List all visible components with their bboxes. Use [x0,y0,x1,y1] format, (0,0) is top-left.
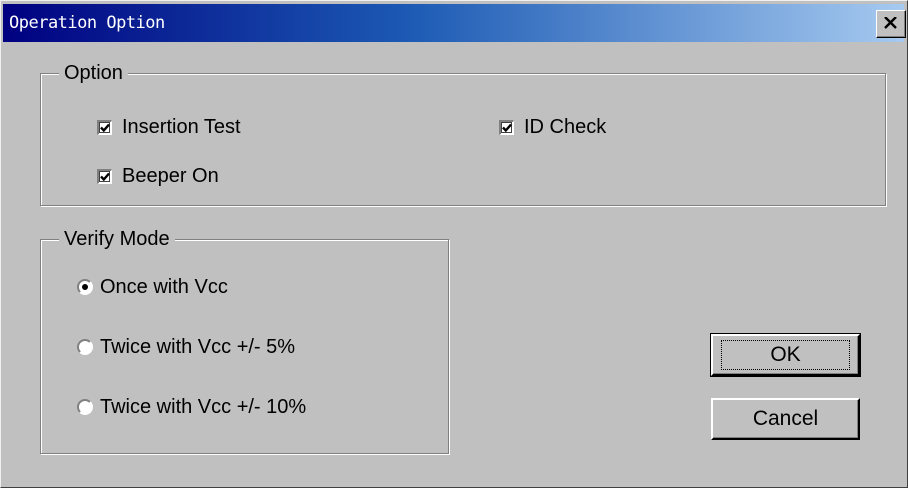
radio-twice-10[interactable] [77,399,93,415]
verify-option-twice-10[interactable]: Twice with Vcc +/- 10% [77,393,306,421]
cancel-button[interactable]: Cancel [711,398,860,440]
title-bar[interactable]: Operation Option [3,4,906,42]
option-groupbox: Option Insertion Test ID Check Beeper On [40,60,886,206]
verify-option-label: Once with Vcc [100,275,228,298]
verify-option-label: Twice with Vcc +/- 5% [100,335,296,358]
cancel-button-label: Cancel [752,407,819,430]
verify-option-twice-5[interactable]: Twice with Vcc +/- 5% [77,333,295,361]
verify-option-once[interactable]: Once with Vcc [77,273,228,301]
verify-mode-legend: Verify Mode [59,226,175,252]
checkmark-icon [502,123,512,132]
operation-option-dialog: Operation Option Option Insertion Test I… [0,0,908,488]
radio-twice-5[interactable] [77,339,93,355]
id-check-label: ID Check [524,115,607,138]
option-legend: Option [59,60,128,86]
close-button[interactable] [876,10,906,38]
checkmark-icon [100,172,110,181]
radio-once[interactable] [77,279,93,295]
insertion-test-box[interactable] [97,119,112,135]
beeper-on-label: Beeper On [122,164,219,187]
window-title: Operation Option [9,13,165,33]
checkmark-icon [100,123,110,132]
radio-selected-dot [82,284,88,290]
insertion-test-label: Insertion Test [122,115,241,138]
beeper-on-checkbox[interactable]: Beeper On [97,162,219,190]
beeper-on-box[interactable] [97,168,112,184]
id-check-checkbox[interactable]: ID Check [499,113,606,141]
insertion-test-checkbox[interactable]: Insertion Test [97,113,241,141]
verify-mode-groupbox: Verify Mode Once with Vcc Twice with Vcc… [40,226,449,454]
ok-button-label: OK [721,340,850,370]
id-check-box[interactable] [499,119,514,135]
verify-option-label: Twice with Vcc +/- 10% [100,395,307,418]
ok-button[interactable]: OK [710,333,861,377]
close-icon [884,17,897,29]
